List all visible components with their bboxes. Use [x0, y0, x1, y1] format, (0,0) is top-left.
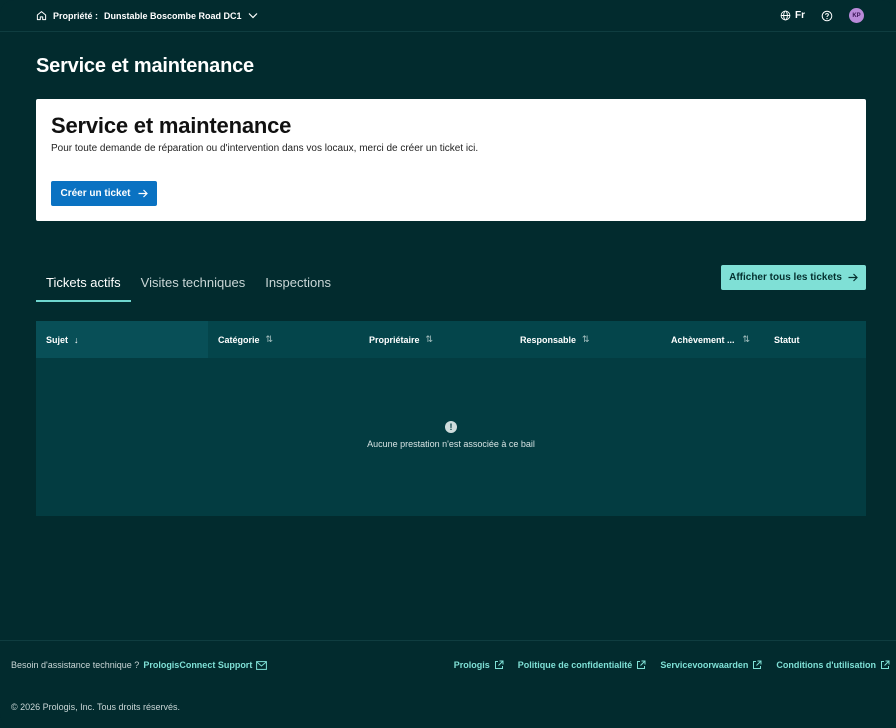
tab-bar: Tickets actifs Visites techniques Inspec… — [36, 268, 341, 302]
tab-technical-visits[interactable]: Visites techniques — [131, 268, 256, 302]
tab-active-tickets[interactable]: Tickets actifs — [36, 268, 131, 302]
avatar[interactable]: KP — [849, 8, 864, 23]
sort-down-icon: ↓ — [74, 334, 79, 345]
column-label: Propriétaire — [369, 334, 420, 345]
show-all-tickets-button[interactable]: Afficher tous les tickets — [721, 265, 866, 290]
column-header-owner[interactable]: Propriétaire ⇅ — [359, 321, 510, 358]
column-label: Statut — [774, 334, 800, 345]
copyright: © 2026 Prologis, Inc. Tous droits réserv… — [11, 702, 181, 712]
footer-links: Prologis Politique de confidentialité Se… — [454, 660, 890, 670]
footer-link-label: Conditions d'utilisation — [776, 660, 876, 670]
column-header-status[interactable]: Statut — [764, 321, 866, 358]
column-header-category[interactable]: Catégorie ⇅ — [208, 321, 359, 358]
help-icon[interactable] — [821, 10, 833, 22]
footer-help: Besoin d'assistance technique ? Prologis… — [11, 660, 268, 670]
card-title: Service et maintenance — [51, 113, 292, 138]
create-ticket-button[interactable]: Créer un ticket — [51, 181, 157, 206]
chevron-down-icon — [248, 13, 257, 19]
footer-link-prologis[interactable]: Prologis — [454, 660, 504, 670]
app-window: Propriété : Dunstable Boscombe Road DC1 … — [0, 0, 896, 728]
external-link-icon — [881, 660, 890, 669]
sort-icon: ⇅ — [582, 334, 590, 344]
sort-icon: ⇅ — [265, 334, 274, 344]
column-header-completion[interactable]: Achèvement ... ⇅ — [661, 321, 764, 358]
globe-icon — [780, 10, 791, 21]
property-name[interactable]: Dunstable Boscombe Road DC1 — [104, 11, 242, 21]
footer-link-service-terms[interactable]: Servicevoorwaarden — [660, 660, 762, 670]
sort-icon: ⇅ — [425, 334, 434, 344]
language-label: Fr — [795, 10, 805, 21]
footer-link-privacy[interactable]: Politique de confidentialité — [518, 660, 647, 670]
arrow-right-icon — [138, 189, 148, 198]
column-header-responsible[interactable]: Responsable ⇅ — [510, 321, 661, 358]
tickets-table: Sujet ↓ Catégorie ⇅ Propriétaire ⇅ Respo… — [36, 321, 866, 516]
top-bar: Propriété : Dunstable Boscombe Road DC1 … — [0, 0, 896, 32]
card-description: Pour toute demande de réparation ou d'in… — [51, 143, 479, 154]
external-link-icon — [637, 660, 646, 669]
column-label: Achèvement ... — [671, 334, 735, 345]
property-selector[interactable]: Propriété : Dunstable Boscombe Road DC1 — [36, 10, 258, 21]
create-ticket-label: Créer un ticket — [60, 188, 131, 199]
alert-icon: ! — [445, 421, 457, 433]
external-link-icon — [494, 660, 504, 669]
table-header: Sujet ↓ Catégorie ⇅ Propriétaire ⇅ Respo… — [36, 321, 866, 358]
page-title: Service et maintenance — [36, 55, 254, 77]
footer-divider — [0, 640, 896, 641]
column-label: Responsable — [520, 334, 577, 345]
arrow-right-icon — [848, 273, 858, 282]
home-icon — [36, 11, 47, 21]
empty-message: Aucune prestation n'est associée à ce ba… — [367, 439, 535, 449]
footer-link-terms-of-use[interactable]: Conditions d'utilisation — [776, 660, 890, 670]
footer-link-label: Servicevoorwaarden — [660, 660, 749, 670]
column-label: Catégorie — [218, 334, 260, 345]
footer-link-label: Politique de confidentialité — [517, 660, 633, 670]
external-link-icon — [753, 660, 762, 669]
show-all-tickets-label: Afficher tous les tickets — [729, 272, 842, 283]
empty-state: ! Aucune prestation n'est associée à ce … — [36, 421, 866, 449]
column-label: Sujet — [46, 334, 69, 345]
tab-inspections[interactable]: Inspections — [255, 268, 341, 302]
language-selector[interactable]: Fr — [780, 10, 805, 21]
sort-icon: ⇅ — [742, 334, 751, 344]
footer-link-label: Prologis — [453, 660, 490, 670]
property-label: Propriété : — [53, 10, 99, 21]
column-header-subject[interactable]: Sujet ↓ — [36, 321, 208, 358]
mail-icon[interactable] — [256, 660, 268, 670]
help-text: Besoin d'assistance technique ? — [11, 660, 140, 670]
service-card: Service et maintenance Pour toute demand… — [36, 99, 866, 221]
support-link[interactable]: PrologisConnect Support — [143, 660, 252, 670]
